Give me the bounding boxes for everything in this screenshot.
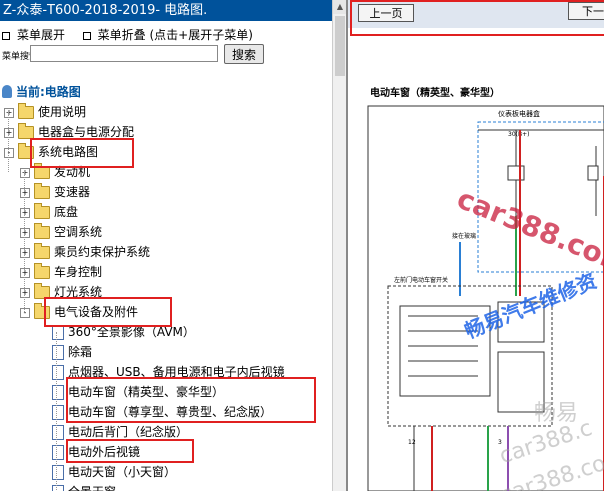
- tree-item-label: 变速器: [54, 185, 91, 199]
- tree-item-label: 乘员约束保护系统: [54, 245, 151, 259]
- doc-icon: [52, 365, 64, 380]
- highlight-box: [350, 0, 604, 36]
- expand-icon[interactable]: +: [20, 248, 30, 258]
- expand-icon[interactable]: +: [20, 168, 30, 178]
- fuse-label: 30(B+): [508, 131, 529, 138]
- box-top-label: 仪表板电器盒: [498, 109, 540, 118]
- collapse-icon[interactable]: -: [20, 308, 30, 318]
- scroll-thumb[interactable]: [335, 16, 345, 76]
- doc-icon: [52, 385, 64, 400]
- folder-icon: [34, 263, 50, 279]
- tree-connector-line: [24, 172, 25, 312]
- highlight-box: [30, 138, 134, 168]
- pin-label: 12: [408, 439, 416, 446]
- doc-icon: [52, 325, 64, 340]
- tree-connector-line: [56, 332, 57, 491]
- expand-icon[interactable]: +: [4, 108, 14, 118]
- doc-icon: [52, 445, 64, 460]
- menu-scrollbar[interactable]: ▲: [332, 0, 347, 491]
- doc-icon: [52, 485, 64, 491]
- expand-icon[interactable]: +: [4, 128, 14, 138]
- collapse-icon[interactable]: -: [4, 148, 14, 158]
- diagram-panel: 上一页 下一 电动车窗（精英型、豪华型） 仪表板电器盒 30(B+) 接在玻璃 …: [346, 0, 604, 491]
- folder-icon: [34, 223, 50, 239]
- tree-item-label: 电动天窗（小天窗）: [68, 465, 177, 479]
- tree-item-label: 空调系统: [54, 225, 103, 239]
- folder-icon: [34, 243, 50, 259]
- folder-icon: [34, 203, 50, 219]
- expand-icon[interactable]: +: [20, 268, 30, 278]
- folder-icon: [18, 103, 34, 119]
- left-switch-label: 左前门电动车窗开关: [394, 276, 448, 284]
- tree-item-label: 除霜: [68, 345, 93, 359]
- expand-icon[interactable]: +: [20, 288, 30, 298]
- tree-item-label: 底盘: [54, 205, 79, 219]
- tree-item-label: 车身控制: [54, 265, 103, 279]
- expand-icon[interactable]: +: [20, 228, 30, 238]
- folder-icon: [34, 183, 50, 199]
- doc-icon: [52, 425, 64, 440]
- scroll-up-arrow-icon[interactable]: ▲: [333, 0, 347, 14]
- highlight-box: [44, 297, 172, 327]
- doc-icon: [52, 465, 64, 480]
- menu-panel: Z-众泰-T600-2018-2019- 电路图. 菜单展开 菜单折叠 (点击+…: [0, 0, 332, 491]
- wire-label: 接在玻璃: [452, 232, 476, 240]
- tree-item-label: 全景天窗: [68, 482, 116, 491]
- person-icon: [2, 85, 12, 98]
- highlight-box: [66, 439, 194, 463]
- tree-connector-line: [8, 112, 9, 172]
- highlight-box: [66, 377, 316, 423]
- tree-root-label: 当前:电路图: [16, 85, 81, 99]
- tree-item-label: 使用说明: [38, 105, 87, 119]
- doc-icon: [52, 405, 64, 420]
- expand-icon[interactable]: +: [20, 208, 30, 218]
- expand-icon[interactable]: +: [20, 188, 30, 198]
- doc-icon: [52, 345, 64, 360]
